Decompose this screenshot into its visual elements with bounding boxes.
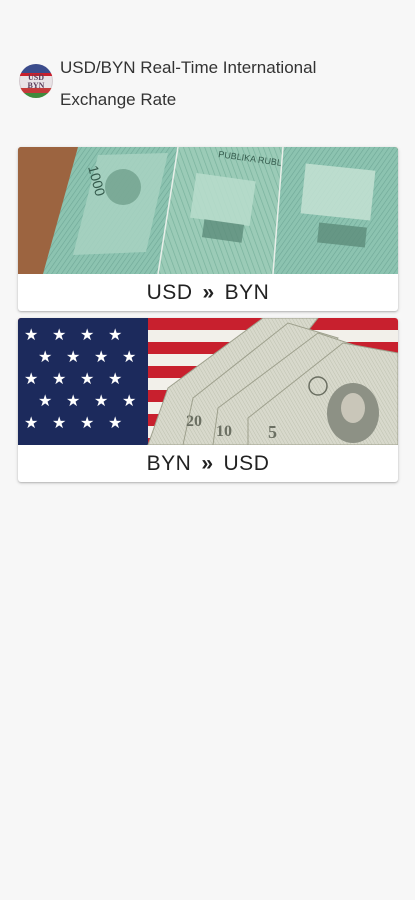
svg-text:★: ★ [38, 391, 52, 410]
page-title: USD/BYN Real-Time International Exchange… [60, 52, 360, 116]
svg-text:★: ★ [108, 369, 122, 388]
to-currency-code: BYN [224, 281, 270, 304]
svg-text:★: ★ [66, 391, 80, 410]
usd-to-byn-card[interactable]: 1000 PUBLIKA RUBLES USD » BYN [18, 147, 398, 311]
from-currency-code: BYN [146, 452, 192, 475]
svg-text:★: ★ [24, 369, 38, 388]
double-chevron-right-icon: » [201, 452, 214, 475]
svg-text:10: 10 [216, 423, 232, 440]
app-logo: USD BYN [19, 64, 53, 98]
from-currency-code: USD [146, 281, 193, 304]
svg-text:★: ★ [80, 325, 94, 344]
page-title-line-1: USD/BYN Real-Time International [60, 58, 317, 77]
svg-text:20: 20 [186, 413, 202, 430]
svg-text:★: ★ [66, 347, 80, 366]
svg-text:★: ★ [38, 347, 52, 366]
svg-text:★: ★ [94, 391, 108, 410]
svg-text:★: ★ [108, 413, 122, 432]
svg-text:★: ★ [52, 325, 66, 344]
byn-to-usd-card[interactable]: ★ ★ ★ ★ ★ ★ ★ ★ ★ ★ ★ ★ ★ ★ ★ ★ ★ ★ ★ ★ 5 20 10 BYN» USD [18, 318, 398, 482]
svg-text:★: ★ [108, 325, 122, 344]
svg-text:5: 5 [268, 422, 277, 442]
byn-to-usd-label: BYN » USD [18, 445, 398, 482]
to-currency-code: USD [223, 452, 270, 475]
svg-text:★: ★ [122, 391, 136, 410]
svg-text:★: ★ [80, 369, 94, 388]
page-title-line-2: Exchange Rate [60, 90, 177, 109]
logo-text-bottom: BYN [27, 81, 45, 90]
us-flag-with-dollar-bills-image: ★ ★ ★ ★ ★ ★ ★ ★ ★ ★ ★ ★ ★ ★ ★ ★ ★ ★ ★ ★ 5 20 10 [18, 318, 398, 445]
svg-text:★: ★ [24, 325, 38, 344]
usd-to-byn-label: USD » BYN [18, 274, 398, 311]
belarusian-ruble-banknotes-image: 1000 PUBLIKA RUBLES [18, 147, 398, 274]
svg-text:★: ★ [24, 413, 38, 432]
svg-text:★: ★ [122, 347, 136, 366]
double-chevron-right-icon: » [202, 281, 215, 304]
svg-text:★: ★ [52, 369, 66, 388]
svg-text:★: ★ [80, 413, 94, 432]
svg-text:★: ★ [94, 347, 108, 366]
app-header: USD BYN USD/BYN Real-Time International … [19, 50, 399, 114]
svg-text:★: ★ [52, 413, 66, 432]
